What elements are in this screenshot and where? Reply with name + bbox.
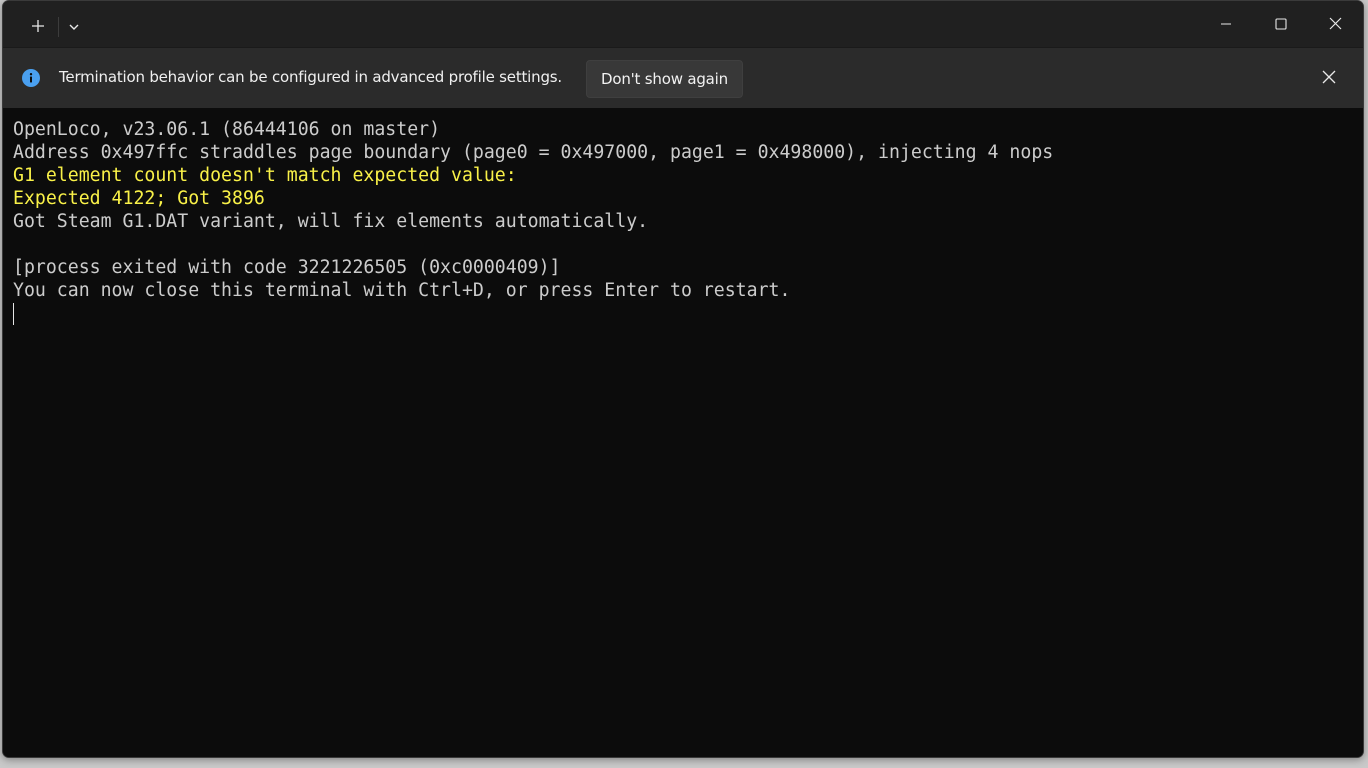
new-tab-button[interactable] [23, 11, 53, 43]
info-icon [22, 69, 40, 87]
terminal-warning-line: Expected 4122; Got 3896 [13, 188, 265, 209]
maximize-icon [1274, 15, 1287, 34]
dont-show-again-button[interactable]: Don't show again [586, 60, 743, 98]
text-cursor [13, 303, 14, 325]
maximize-button[interactable] [1253, 1, 1308, 47]
terminal-line: Address 0x497ffc straddles page boundary… [13, 142, 1054, 163]
plus-icon [31, 18, 45, 37]
terminal-line: [process exited with code 3221226505 (0x… [13, 257, 561, 278]
terminal-line: OpenLoco, v23.06.1 (86444106 on master) [13, 119, 441, 140]
terminal-window: Termination behavior can be configured i… [2, 0, 1364, 758]
close-icon [1329, 15, 1342, 34]
info-bar: Termination behavior can be configured i… [3, 47, 1363, 109]
title-bar[interactable] [3, 1, 1363, 47]
titlebar-divider [58, 17, 59, 37]
minimize-icon [1220, 15, 1232, 34]
terminal-line: Got Steam G1.DAT variant, will fix eleme… [13, 211, 649, 232]
chevron-down-icon [68, 18, 80, 37]
infobar-close-button[interactable] [1317, 66, 1341, 90]
terminal-output[interactable]: OpenLoco, v23.06.1 (86444106 on master) … [3, 108, 1363, 757]
info-message: Termination behavior can be configured i… [59, 68, 562, 86]
tab-dropdown-button[interactable] [61, 11, 87, 43]
minimize-button[interactable] [1198, 1, 1253, 47]
terminal-warning-line: G1 element count doesn't match expected … [13, 165, 517, 186]
terminal-line: You can now close this terminal with Ctr… [13, 280, 791, 301]
close-icon [1322, 69, 1336, 88]
close-window-button[interactable] [1308, 1, 1363, 47]
